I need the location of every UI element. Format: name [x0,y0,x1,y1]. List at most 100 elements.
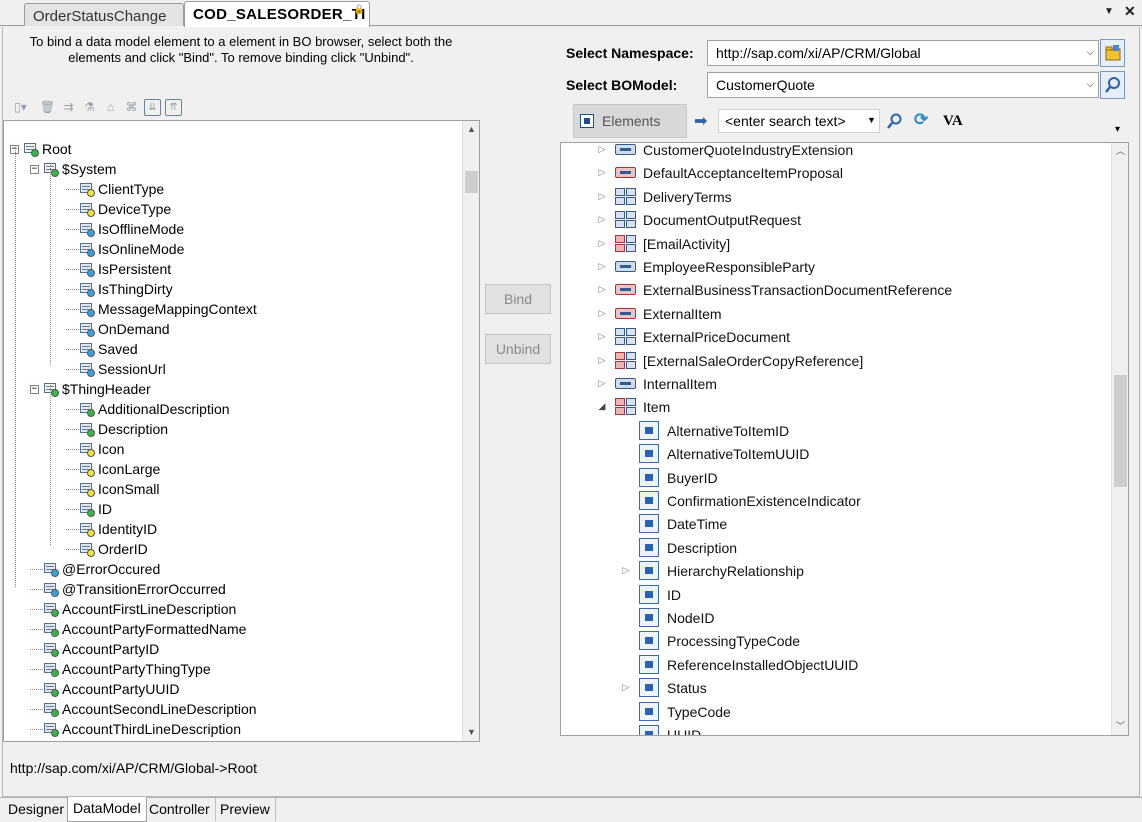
bo-node[interactable]: ▷ DefaultAcceptanceItemProposal [597,161,843,184]
bo-attribute[interactable]: BuyerID [621,466,718,489]
expand-arrow-icon[interactable]: ▷ [597,214,607,225]
tab-controller[interactable]: Controller [144,798,216,821]
tree-node[interactable]: AccountPartyThingType [30,659,211,679]
bo-attribute[interactable]: DateTime [621,512,727,535]
tree-node[interactable]: DeviceType [66,199,171,219]
tree-node[interactable]: IconSmall [66,479,159,499]
expand-arrow-icon[interactable]: ▷ [621,682,631,693]
delete-icon[interactable]: 🗑 [39,99,56,116]
tree-node[interactable]: AccountFirstLineDescription [30,599,236,619]
tree-node[interactable]: ClientType [66,179,164,199]
tree-node[interactable]: IsOnlineMode [66,239,184,259]
scroll-down-icon[interactable]: ▼ [463,724,479,741]
toolbar-overflow-icon[interactable]: ▾ [1115,124,1120,135]
bo-node[interactable]: ▷ ExternalBusinessTransactionDocumentRefe… [597,278,953,301]
expand-arrow-icon[interactable]: ▷ [597,284,607,295]
bo-node[interactable]: ▷ DeliveryTerms [597,185,732,208]
bo-node[interactable]: ▷ [EmailActivity] [597,232,730,255]
tree-node[interactable]: Description [66,419,168,439]
expand-arrow-icon[interactable]: ▷ [597,167,607,178]
search-icon[interactable] [887,113,903,129]
expanded-arrow-icon[interactable]: ◢ [597,401,607,412]
bomodel-select[interactable]: CustomerQuote ⌵ [707,72,1099,98]
tree-node[interactable]: Icon [66,439,124,459]
bo-node[interactable]: ▷ ExternalPriceDocument [597,325,790,348]
namespace-select[interactable]: http://sap.com/xi/AP/CRM/Global ⌵ [707,40,1099,66]
tree-node[interactable]: − $ThingHeader [30,379,151,399]
tree-node[interactable]: AccountThirdLineDescription [30,719,241,739]
tree-node[interactable]: − Root [10,139,72,159]
expand-arrow-icon[interactable]: ▷ [597,144,607,155]
bind-button[interactable]: Bind [485,284,551,314]
expand-arrow-icon[interactable]: ▷ [597,308,607,319]
tree-node[interactable]: Saved [66,339,138,359]
bo-attribute[interactable]: ConfirmationExistenceIndicator [621,489,861,512]
expand-arrow-icon[interactable]: ▷ [597,191,607,202]
arrow-right-icon[interactable]: ➡ [694,111,707,131]
bo-attribute[interactable]: TypeCode [621,700,731,723]
expand-arrow-icon[interactable]: ▷ [597,331,607,342]
namespace-browse-button[interactable] [1100,39,1125,67]
bomodel-search-button[interactable] [1100,71,1125,99]
bo-node[interactable]: ▷ ExternalItem [597,302,722,325]
expand-arrow-icon[interactable]: ▷ [621,565,631,576]
tab-designer[interactable]: Designer [3,798,71,821]
new-element-icon[interactable]: ▯▾ [12,99,29,116]
tree-node[interactable]: AccountPartyUUID [30,679,179,699]
collapse-all-icon[interactable]: ⇈ [165,98,182,116]
bo-browser-tree[interactable]: ▷ CustomerQuoteIndustryExtension ▷ DefaultA… [560,142,1129,736]
tree-node[interactable]: IsThingDirty [66,279,173,299]
bo-attribute[interactable]: ProcessingTypeCode [621,629,800,652]
bo-tree-scrollbar[interactable]: ︿ ﹀ [1111,143,1128,735]
scroll-up-icon[interactable]: ▲ [463,121,479,138]
bo-node[interactable]: ▷ InternalItem [597,372,717,395]
tab-preview[interactable]: Preview [215,798,276,821]
bo-node[interactable]: ▷ CustomerQuoteIndustryExtension [597,143,854,161]
refresh-icon[interactable]: ⟳ [914,110,928,130]
unbind-button[interactable]: Unbind [485,334,551,364]
bo-attribute[interactable]: UUID [621,723,701,735]
structure-icon[interactable]: ⌂ [102,99,119,116]
tree-node[interactable]: OrderID [66,539,148,559]
tree-node[interactable]: IsPersistent [66,259,171,279]
filter-icon[interactable]: ⚗ [81,99,98,116]
tab-order-status-change[interactable]: OrderStatusChange [24,3,184,26]
tab-list-dropdown-icon[interactable]: ▼ [1104,6,1114,17]
tree-node[interactable]: AdditionalDescription [66,399,230,419]
data-model-tree[interactable]: − Root − $System ClientType DeviceType IsOffli… [3,120,480,742]
collapse-toggle-icon[interactable]: − [30,164,39,174]
bo-node[interactable]: ▷ [ExternalSaleOrderCopyReference] [597,349,863,372]
expand-arrow-icon[interactable]: ▷ [597,238,607,249]
expand-all-icon[interactable]: ⇊ [144,98,161,116]
tree-node[interactable]: ID [66,499,112,519]
bo-attribute[interactable]: ▷ Status [621,676,707,699]
bo-attribute[interactable]: NodeID [621,606,714,629]
tab-cod-salesorder[interactable]: COD_SALESORDER_TI 🔒 [184,1,370,27]
tree-node[interactable]: OnDemand [66,319,170,339]
collapse-toggle-icon[interactable]: − [30,384,39,394]
tree-node[interactable]: IconLarge [66,459,160,479]
tree-node[interactable]: MessageMappingContext [66,299,257,319]
search-dropdown-icon[interactable]: ▼ [867,115,876,125]
tree-scrollbar[interactable]: ▲ ▼ [462,121,479,741]
bo-attribute[interactable]: AlternativeToItemUUID [621,442,809,465]
tree-node[interactable]: IdentityID [66,519,157,539]
tree-node[interactable]: AccountSecondLineDescription [30,699,257,719]
va-label[interactable]: VA [943,113,963,130]
chevron-down-icon[interactable]: ⌵ [1086,73,1094,97]
bo-search-input[interactable]: <enter search text> [718,109,880,133]
hierarchy-icon[interactable]: ⌘ [123,99,140,116]
bo-attribute[interactable]: AlternativeToItemID [621,419,789,442]
scroll-down-icon[interactable]: ﹀ [1112,718,1128,735]
expand-arrow-icon[interactable]: ▷ [597,261,607,272]
bo-node[interactable]: ▷ EmployeeResponsibleParty [597,255,815,278]
scroll-thumb[interactable] [1114,375,1127,487]
tree-node[interactable]: @ErrorOccured [30,559,160,579]
tree-node[interactable]: IsOfflineMode [66,219,184,239]
scroll-up-icon[interactable]: ︿ [1112,143,1128,160]
tree-node[interactable]: SessionUrl [66,359,166,379]
elements-toggle[interactable]: Elements [573,104,687,138]
tree-node[interactable]: AccountPartyID [30,639,159,659]
tree-node[interactable]: @TransitionErrorOccurred [30,579,226,599]
bo-node[interactable]: ◢ Item [597,395,670,418]
